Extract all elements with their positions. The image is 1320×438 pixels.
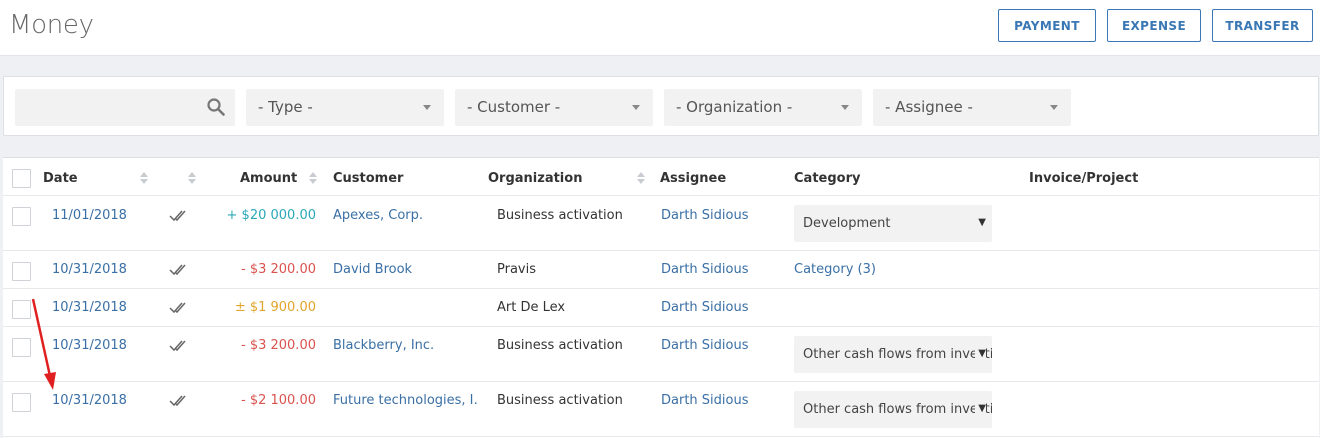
double-check-icon (169, 264, 186, 276)
row-organization: Business activation (497, 338, 623, 353)
transfer-button[interactable]: TRANSFER (1212, 9, 1313, 42)
row-category-value: Development (803, 216, 891, 231)
double-check-icon (169, 395, 186, 407)
column-header-customer: Customer (333, 171, 404, 186)
search-input[interactable] (15, 89, 195, 126)
row-amount: - $2 100.00 (241, 393, 316, 408)
row-category-select[interactable]: Other cash flows from investing ▼ (794, 336, 992, 373)
column-header-amount[interactable]: Amount (240, 171, 297, 186)
row-category-value: Other cash flows from investing (803, 402, 992, 417)
row-customer-link[interactable]: Future technologies, I… (333, 393, 478, 408)
row-customer-link[interactable]: Blackberry, Inc. (333, 338, 434, 353)
search-field (15, 89, 235, 126)
table-row: 11/01/2018 + $20 000.00 Apexes, Corp. Bu… (3, 196, 1319, 251)
sort-arrows-icon[interactable] (637, 172, 645, 184)
row-date-link[interactable]: 10/31/2018 (52, 338, 127, 353)
type-filter-value: - Type - (258, 98, 313, 116)
row-amount: ± $1 900.00 (234, 300, 316, 315)
chevron-down-icon (1050, 105, 1058, 110)
row-checkbox[interactable] (12, 393, 31, 412)
filter-bar: - Type - - Customer - - Organization - -… (3, 76, 1319, 136)
column-header-category: Category (794, 171, 861, 186)
row-date-link[interactable]: 10/31/2018 (52, 393, 127, 408)
row-assignee-link[interactable]: Darth Sidious (661, 262, 748, 277)
row-checkbox[interactable] (12, 207, 31, 226)
organization-filter-select[interactable]: - Organization - (664, 89, 862, 126)
row-amount: - $3 200.00 (241, 338, 316, 353)
row-organization: Business activation (497, 393, 623, 408)
row-assignee-link[interactable]: Darth Sidious (661, 338, 748, 353)
sort-arrows-icon[interactable] (140, 172, 148, 184)
sort-arrows-icon[interactable] (188, 172, 196, 184)
row-amount: + $20 000.00 (226, 208, 316, 223)
row-organization: Pravis (497, 262, 536, 277)
search-icon[interactable] (207, 98, 225, 116)
row-date-link[interactable]: 10/31/2018 (52, 300, 127, 315)
type-filter-select[interactable]: - Type - (246, 89, 444, 126)
row-assignee-link[interactable]: Darth Sidious (661, 393, 748, 408)
chevron-down-icon (423, 105, 431, 110)
row-checkbox[interactable] (12, 338, 31, 357)
row-customer-link[interactable]: Apexes, Corp. (333, 208, 423, 223)
table-header-row: Date Amount Customer Organization Assign… (3, 158, 1319, 196)
row-organization: Art De Lex (497, 300, 566, 315)
row-customer-link[interactable]: David Brook (333, 262, 412, 277)
row-checkbox[interactable] (12, 300, 31, 319)
row-amount: - $3 200.00 (241, 262, 316, 277)
sort-arrows-icon[interactable] (309, 172, 317, 184)
table-row: 10/31/2018 ± $1 900.00 Art De Lex Darth … (3, 289, 1319, 327)
row-assignee-link[interactable]: Darth Sidious (661, 300, 748, 315)
chevron-down-icon: ▼ (975, 403, 986, 414)
double-check-icon (169, 302, 186, 314)
column-header-assignee: Assignee (660, 171, 727, 186)
table-row: 10/31/2018 - $3 200.00 Blackberry, Inc. … (3, 327, 1319, 382)
row-category-select[interactable]: Other cash flows from investing ▼ (794, 391, 992, 428)
table-row: 10/31/2018 - $2 100.00 Future technologi… (3, 382, 1319, 437)
expense-button[interactable]: EXPENSE (1107, 9, 1201, 42)
transactions-table: Date Amount Customer Organization Assign… (3, 157, 1319, 438)
customer-filter-select[interactable]: - Customer - (455, 89, 653, 126)
assignee-filter-value: - Assignee - (885, 98, 973, 116)
page-title: Money (9, 10, 94, 40)
organization-filter-value: - Organization - (676, 98, 793, 116)
table-row: 10/31/2018 - $3 200.00 David Brook Pravi… (3, 251, 1319, 289)
chevron-down-icon: ▼ (975, 348, 986, 359)
row-category-value: Other cash flows from investing (803, 347, 992, 362)
column-header-invoice-project: Invoice/Project (1029, 171, 1139, 186)
row-checkbox[interactable] (12, 262, 31, 281)
page-header: Money PAYMENT EXPENSE TRANSFER (0, 0, 1320, 56)
select-all-checkbox[interactable] (12, 169, 31, 188)
row-category-select[interactable]: Development ▼ (794, 205, 992, 242)
row-assignee-link[interactable]: Darth Sidious (661, 208, 748, 223)
customer-filter-value: - Customer - (467, 98, 561, 116)
row-date-link[interactable]: 11/01/2018 (52, 208, 127, 223)
double-check-icon (169, 340, 186, 352)
double-check-icon (169, 210, 186, 222)
row-category-link[interactable]: Category (3) (794, 262, 876, 277)
chevron-down-icon (632, 105, 640, 110)
row-organization: Business activation (497, 208, 623, 223)
row-date-link[interactable]: 10/31/2018 (52, 262, 127, 277)
chevron-down-icon (841, 105, 849, 110)
assignee-filter-select[interactable]: - Assignee - (873, 89, 1071, 126)
column-header-date[interactable]: Date (43, 171, 78, 186)
chevron-down-icon: ▼ (975, 217, 986, 228)
column-header-organization[interactable]: Organization (488, 171, 582, 186)
payment-button[interactable]: PAYMENT (998, 9, 1096, 42)
